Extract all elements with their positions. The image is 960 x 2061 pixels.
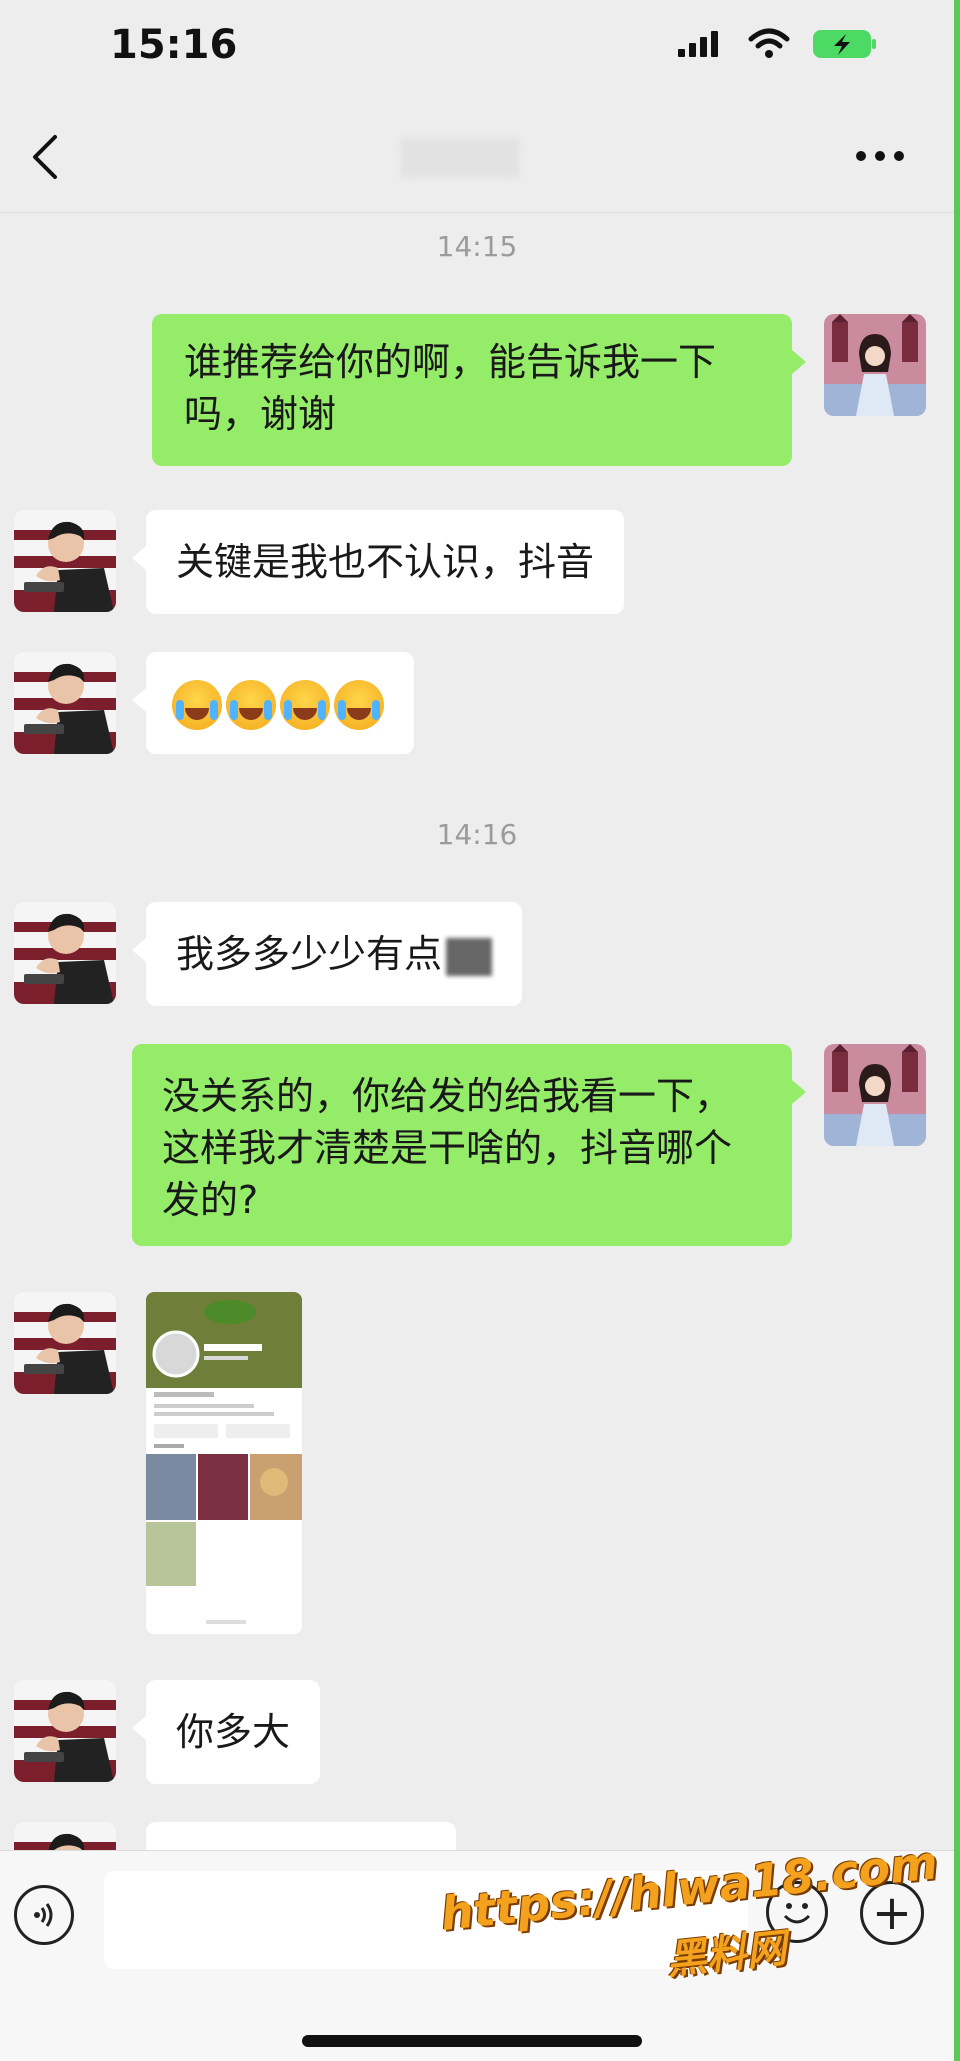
- message-bubble-incoming[interactable]: 你多大: [131, 1680, 321, 1784]
- wifi-icon: [748, 28, 790, 58]
- back-button[interactable]: [20, 130, 70, 184]
- contact-avatar[interactable]: [14, 1292, 116, 1394]
- home-indicator: [302, 2035, 642, 2047]
- contact-avatar[interactable]: [14, 510, 116, 612]
- message-bubble-emoji[interactable]: [132, 652, 414, 754]
- message-bubble-incoming[interactable]: 我多多少少有点: [131, 902, 523, 1006]
- voice-button[interactable]: [14, 1885, 74, 1945]
- message-text: 我多多少少有点: [176, 932, 443, 976]
- laughing-crying-emoji-icon: [226, 679, 276, 730]
- message-bubble-outgoing[interactable]: 谁推荐给你的啊，能告诉我一下吗，谢谢: [152, 314, 806, 466]
- chevron-left-icon: [33, 135, 57, 179]
- message-bubble-outgoing[interactable]: 没关系的，你给发的给我看一下，这样我才清楚是干啥的，抖音哪个发的?: [132, 1044, 806, 1246]
- self-avatar[interactable]: [824, 314, 926, 416]
- chat-header: [0, 100, 954, 213]
- chat-title-redacted: [400, 138, 520, 178]
- edge-accent: [954, 0, 960, 2061]
- timestamp: 14:15: [436, 230, 518, 263]
- contact-avatar[interactable]: [14, 1822, 116, 1850]
- chat-screen: 15:16 14:15 谁推荐给你的啊，能告诉我一下吗，谢谢 关键是我也不认识，…: [0, 0, 960, 2061]
- voice-icon: [34, 1903, 53, 1927]
- contact-avatar[interactable]: [14, 1680, 116, 1782]
- message-bubble-incoming-partial[interactable]: [146, 1822, 456, 1850]
- signal-icon: [678, 31, 718, 57]
- message-list[interactable]: 14:15 谁推荐给你的啊，能告诉我一下吗，谢谢 关键是我也不认识，抖音 14:…: [0, 212, 954, 1850]
- image-message-profile-screenshot[interactable]: [146, 1292, 302, 1634]
- status-bar: 15:16: [0, 0, 954, 100]
- status-time: 15:16: [110, 22, 238, 68]
- battery-charging-icon: [813, 30, 876, 58]
- laughing-crying-emoji-icon: [280, 679, 330, 730]
- laughing-crying-emoji-icon: [334, 679, 384, 730]
- laughing-crying-emoji-icon: [172, 679, 222, 730]
- contact-avatar[interactable]: [14, 652, 116, 754]
- redacted-text: [446, 937, 493, 976]
- status-icons: [676, 28, 878, 60]
- more-button[interactable]: [850, 136, 910, 176]
- contact-avatar[interactable]: [14, 902, 116, 1004]
- timestamp: 14:16: [436, 818, 518, 851]
- more-dots-icon: [856, 151, 904, 161]
- message-bubble-incoming[interactable]: 关键是我也不认识，抖音: [131, 510, 625, 614]
- self-avatar[interactable]: [824, 1044, 926, 1146]
